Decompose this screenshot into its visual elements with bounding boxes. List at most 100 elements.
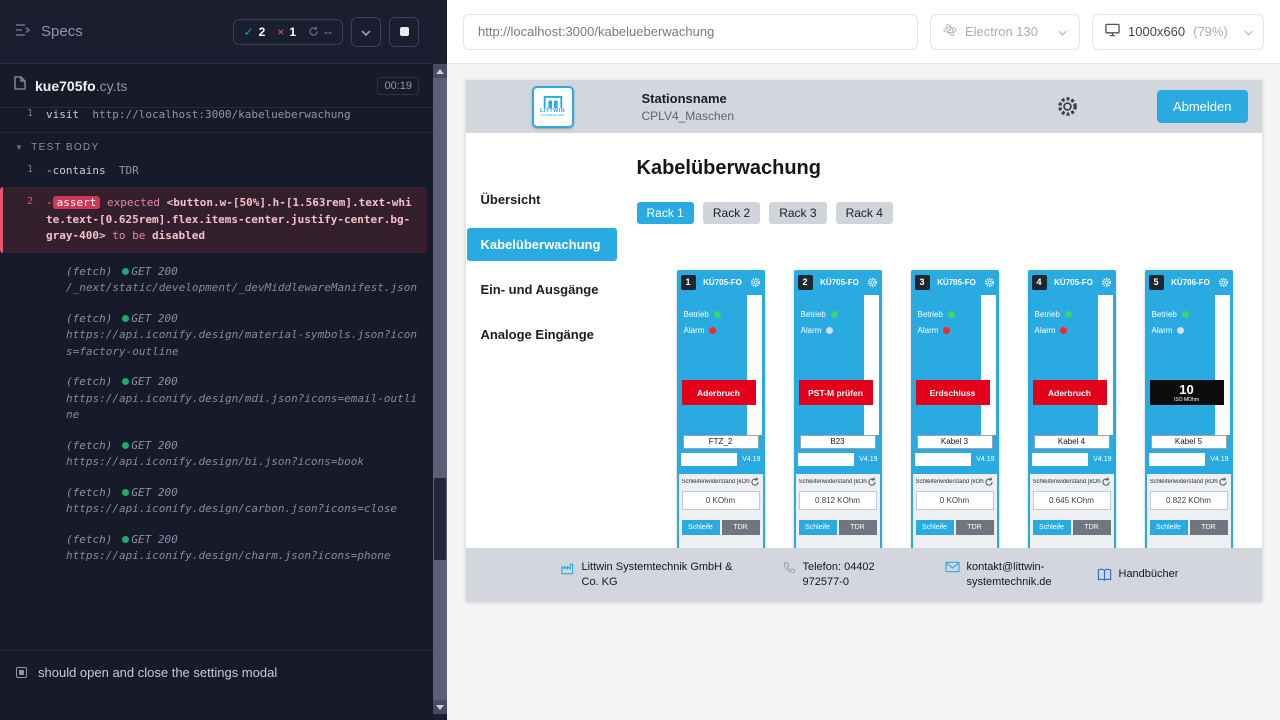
fetch-url: https://api.iconify.design/bi.json?icons… [66, 454, 419, 471]
runner-toolbar: Electron 130 1000x660 (79%) [447, 0, 1280, 64]
app-body: Übersicht Kabelüberwachung Ein- und Ausg… [466, 133, 1262, 548]
scroll-up-arrow[interactable] [433, 64, 447, 78]
device-card-1: 1 KÜ705-FO Betrieb Alarm Aderbruch FTZ_2 [677, 270, 765, 548]
fetch-label: (fetch) [66, 312, 112, 325]
tab-rack-1[interactable]: Rack 1 [637, 202, 694, 224]
fetch-status: GET 200 [131, 265, 177, 278]
log-row-fetch[interactable]: (fetch)GET 200 https://api.iconify.desig… [0, 367, 433, 431]
url-bar [463, 14, 918, 50]
resistance-value: 0.812 KOhm [799, 491, 877, 510]
betrieb-label: Betrieb [684, 310, 709, 319]
diagram-box [1032, 453, 1089, 466]
tdr-button[interactable]: TDR [722, 520, 760, 535]
scrollbar-track[interactable] [433, 64, 447, 714]
schleife-button[interactable]: Schleife [682, 520, 720, 535]
failed-count: ×1 [277, 25, 296, 39]
refresh-icon[interactable] [867, 477, 877, 487]
viewport-selector[interactable]: 1000x660 (79%) [1092, 14, 1264, 50]
resistance-label: Schleifenwiderstand [kOhm] [682, 479, 750, 485]
card-header: 1 KÜ705-FO [677, 270, 765, 294]
app-header: LITTWIN SYSTEMTECHNIK Stationsname CPLV4… [466, 80, 1262, 133]
assert-target: <button.w-[50%].h-[1.563rem].text-white.… [46, 196, 412, 242]
betrieb-led [714, 311, 721, 318]
logout-button[interactable]: Abmelden [1157, 90, 1248, 123]
rack-tabs: Rack 1 Rack 2 Rack 3 Rack 4 [637, 202, 1262, 224]
log-row-fetch[interactable]: (fetch)GET 200 https://api.iconify.desig… [0, 478, 433, 525]
cable-name: FTZ_2 [683, 435, 759, 449]
tab-rack-3[interactable]: Rack 3 [769, 202, 826, 224]
spec-timer: 00:19 [377, 77, 419, 95]
footer-manuals-link[interactable]: Handbücher [1097, 567, 1179, 582]
log-row-fetch[interactable]: (fetch)GET 200 https://api.iconify.desig… [0, 304, 433, 368]
alarm-led [709, 327, 716, 334]
tdr-button[interactable]: TDR [1073, 520, 1111, 535]
cable-schematic-strip [1098, 295, 1113, 435]
card-settings-icon[interactable] [750, 277, 761, 288]
pending-count: -- [308, 25, 332, 39]
log-row-assert-failed[interactable]: 2 -assert expected <button.w-[50%].h-[1.… [0, 187, 427, 253]
test-body-section[interactable]: ▼ TEST BODY [0, 133, 433, 159]
tdr-button[interactable]: TDR [1190, 520, 1228, 535]
card-settings-icon[interactable] [1101, 277, 1112, 288]
alarm-label: Alarm [684, 326, 705, 335]
scroll-down-arrow[interactable] [433, 700, 447, 714]
firmware-version: V4.19 [1210, 456, 1228, 463]
footer-company: Littwin Systemtechnik GmbH & Co. KG [560, 560, 752, 590]
card-header: 5 KÜ706-FO [1145, 270, 1233, 294]
success-dot-icon [122, 268, 129, 275]
browser-label: Electron 130 [965, 24, 1038, 39]
url-input[interactable] [476, 23, 905, 40]
collapse-reporter-button[interactable] [351, 17, 381, 47]
alarm-label: Alarm [801, 326, 822, 335]
viewport-icon [1105, 23, 1120, 40]
card-settings-icon[interactable] [984, 277, 995, 288]
log-row-fetch[interactable]: (fetch)GET 200 https://api.iconify.desig… [0, 431, 433, 478]
nav-item-uebersicht[interactable]: Übersicht [467, 183, 617, 216]
nav-item-kabelueberwachung[interactable]: Kabelüberwachung [467, 228, 617, 261]
footer-phone: Telefon: 04402 972577-0 [782, 560, 915, 590]
refresh-icon[interactable] [1101, 477, 1111, 487]
factory-icon [560, 561, 575, 576]
nav-item-ein-und-ausgaenge[interactable]: Ein- und Ausgänge [467, 273, 617, 306]
tdr-button[interactable]: TDR [956, 520, 994, 535]
cable-schematic-strip [981, 295, 996, 435]
fetch-label: (fetch) [66, 533, 112, 546]
stop-tests-button[interactable] [389, 17, 419, 47]
status-box: PST-M prüfen [799, 380, 873, 405]
settings-gear-icon[interactable] [1056, 95, 1079, 118]
success-dot-icon [122, 536, 129, 543]
log-row-fetch[interactable]: (fetch)GET 200 /_next/static/development… [0, 257, 433, 304]
fetch-status: GET 200 [131, 312, 177, 325]
browser-selector[interactable]: Electron 130 [930, 14, 1080, 50]
refresh-icon[interactable] [1218, 477, 1228, 487]
tab-rack-2[interactable]: Rack 2 [703, 202, 760, 224]
firmware-version: V4.19 [742, 456, 760, 463]
schleife-button[interactable]: Schleife [799, 520, 837, 535]
log-row-visit[interactable]: 1 visit http://localhost:3000/kabelueber… [0, 108, 433, 133]
fetch-url: https://api.iconify.design/charm.json?ic… [66, 548, 419, 565]
log-row-fetch[interactable]: (fetch)GET 200 https://api.iconify.desig… [0, 525, 433, 572]
scrollbar-thumb[interactable] [434, 478, 446, 560]
tab-rack-4[interactable]: Rack 4 [836, 202, 893, 224]
measurement-panel: Schleifenwiderstand [kOhm] 0.645 KOhm Sc… [1030, 474, 1114, 548]
book-icon [1097, 568, 1112, 582]
log-row-contains[interactable]: 1 -contains TDR [0, 159, 433, 184]
tdr-button[interactable]: TDR [839, 520, 877, 535]
refresh-icon[interactable] [750, 477, 760, 487]
success-dot-icon [122, 378, 129, 385]
spec-file-icon [14, 76, 26, 95]
schleife-button[interactable]: Schleife [1033, 520, 1071, 535]
resistance-label: Schleifenwiderstand [kOhm] [1033, 479, 1101, 485]
refresh-icon[interactable] [984, 477, 994, 487]
specs-menu-button[interactable]: Specs [14, 23, 83, 41]
card-settings-icon[interactable] [867, 277, 878, 288]
kabel-app: LITTWIN SYSTEMTECHNIK Stationsname CPLV4… [466, 80, 1262, 601]
nav-item-analoge-eingaenge[interactable]: Analoge Eingänge [467, 318, 617, 351]
card-settings-icon[interactable] [1218, 277, 1229, 288]
schleife-button[interactable]: Schleife [916, 520, 954, 535]
chevron-down-icon [1244, 24, 1253, 39]
card-number-badge: 1 [681, 275, 696, 290]
next-test-row[interactable]: should open and close the settings modal [0, 650, 433, 720]
schleife-button[interactable]: Schleife [1150, 520, 1188, 535]
email-icon [945, 561, 960, 573]
